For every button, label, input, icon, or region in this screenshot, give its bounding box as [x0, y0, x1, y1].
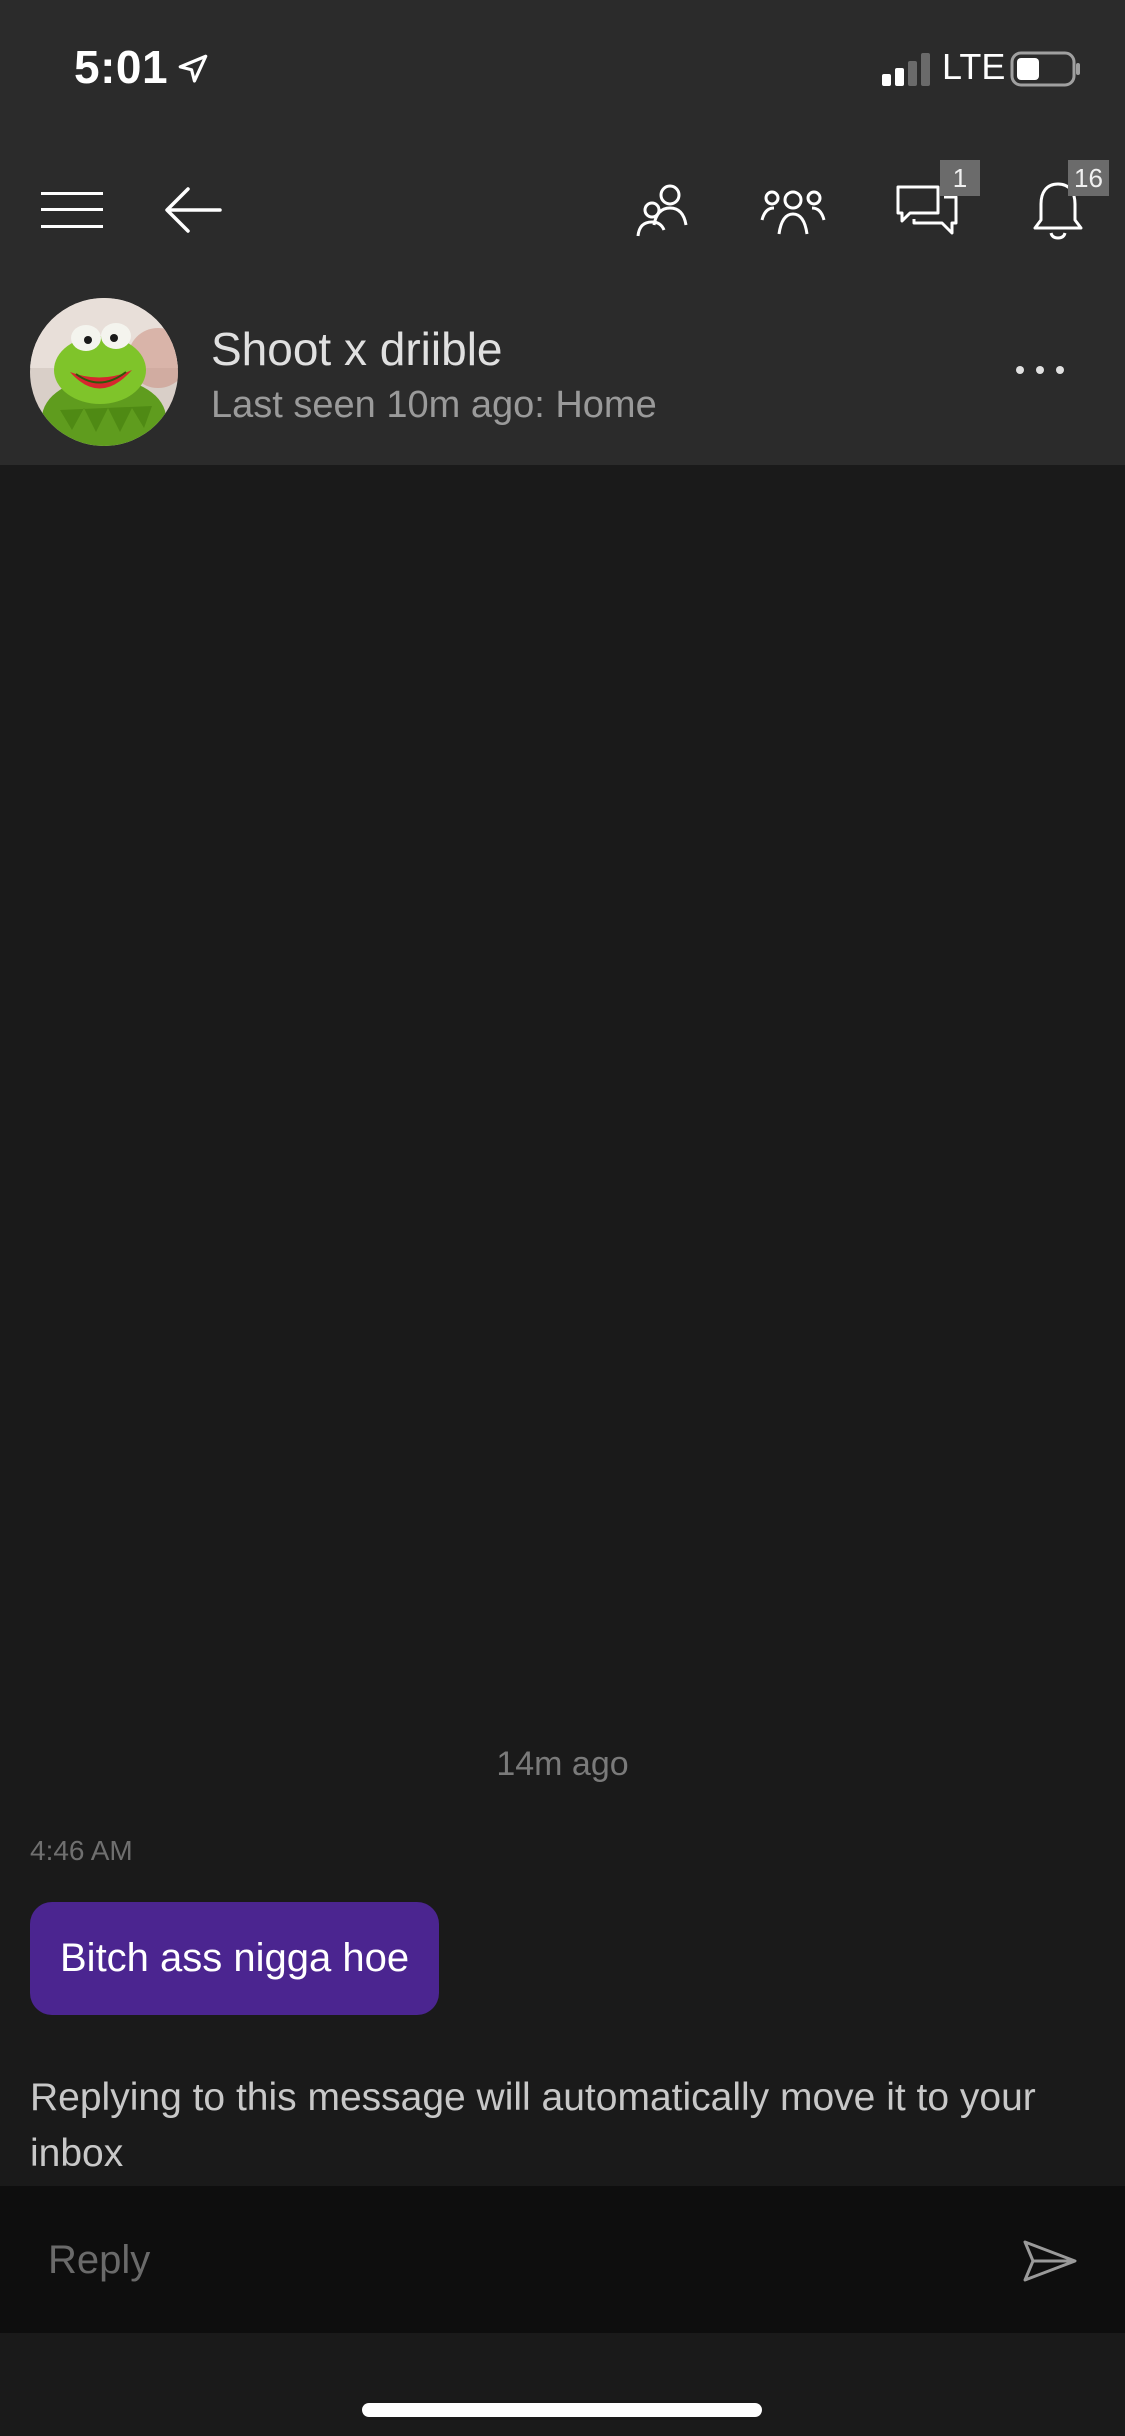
conversation-header: Shoot x driible Last seen 10m ago: Home [0, 280, 1125, 465]
party-icon [760, 190, 826, 235]
friends-button[interactable] [617, 165, 707, 255]
more-options-button[interactable] [1000, 340, 1080, 400]
status-bar: 5:01 LTE [0, 0, 1125, 140]
time-divider: 14m ago [496, 1745, 629, 1783]
inbox-move-notice: Replying to this message will automatica… [30, 2076, 1036, 2175]
hamburger-menu-icon [41, 192, 103, 228]
hamburger-menu-button[interactable] [27, 165, 117, 255]
back-button[interactable] [148, 165, 238, 255]
home-indicator-area [0, 2333, 1125, 2436]
message-timestamp: 4:46 AM [30, 1835, 133, 1866]
contact-name[interactable]: Shoot x driible [211, 322, 503, 376]
reply-input[interactable] [30, 2210, 980, 2310]
network-label: LTE [942, 46, 1006, 87]
send-icon [1023, 2240, 1077, 2282]
top-nav-bar: 1 16 [0, 140, 1125, 280]
signal-icon [882, 53, 930, 86]
back-arrow-icon [165, 187, 222, 233]
last-seen-status: Last seen 10m ago: Home [211, 384, 657, 426]
status-time: 5:01 [74, 41, 169, 93]
more-options-icon [1016, 366, 1024, 374]
send-button[interactable] [1010, 2226, 1090, 2296]
reply-bar [0, 2186, 1125, 2333]
message-bubble[interactable]: Bitch ass nigga hoe [30, 1902, 440, 2015]
battery-icon [1010, 51, 1080, 87]
friends-icon [636, 184, 688, 237]
location-arrow-icon [178, 54, 208, 83]
kermit-avatar-image [30, 298, 178, 446]
party-button[interactable] [748, 165, 838, 255]
home-indicator[interactable] [362, 2403, 762, 2417]
notifications-badge: 16 [1068, 160, 1109, 196]
messages-badge: 1 [940, 160, 980, 196]
avatar[interactable] [30, 298, 178, 446]
message-thread[interactable]: 14m ago 4:46 AM Bitch ass nigga hoe Repl… [0, 465, 1125, 2185]
